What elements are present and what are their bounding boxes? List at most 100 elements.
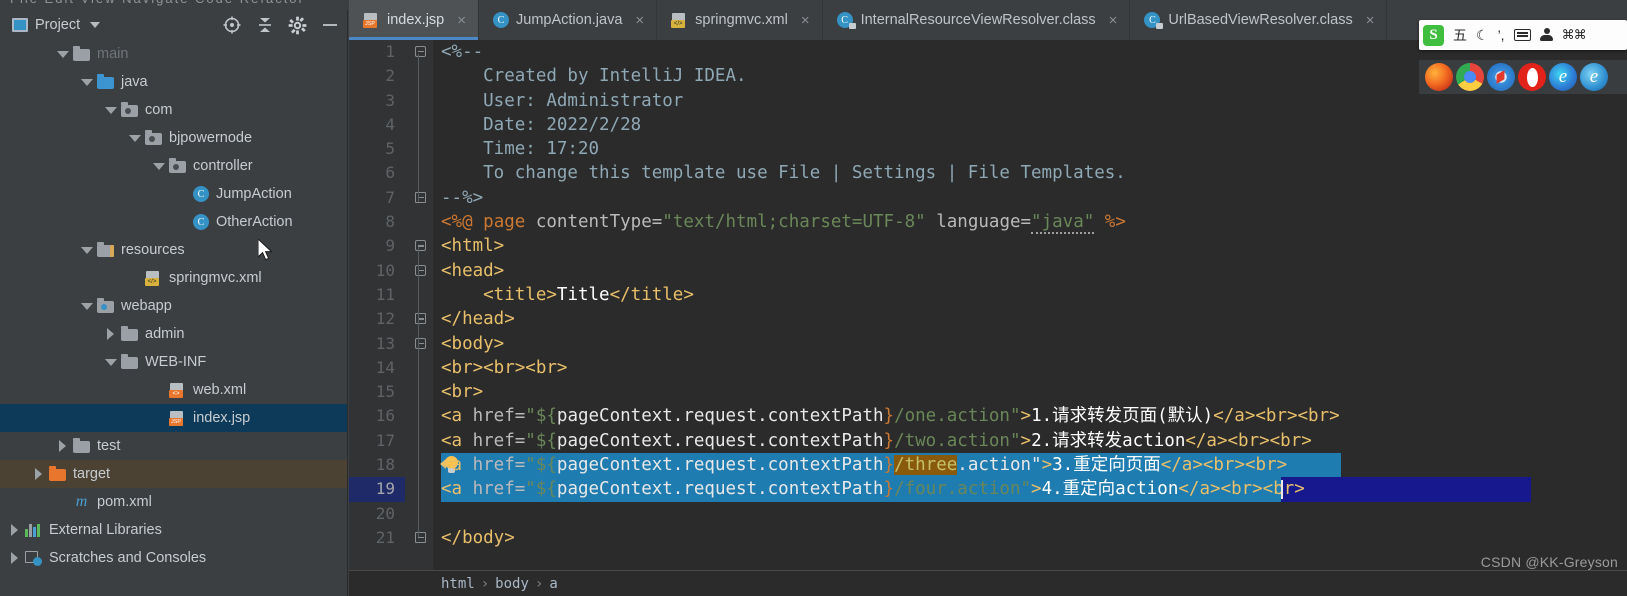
code-line[interactable]: 6 To change this template use File | Set… bbox=[349, 161, 1627, 185]
chevron-open-icon[interactable] bbox=[56, 47, 70, 61]
tree-node-external-libraries[interactable]: External Libraries bbox=[0, 516, 347, 544]
code-line[interactable]: 16 <a href="${pageContext.request.context… bbox=[349, 404, 1627, 428]
chevron-open-icon[interactable] bbox=[80, 75, 94, 89]
close-icon[interactable]: × bbox=[635, 12, 644, 29]
locate-icon[interactable] bbox=[222, 15, 242, 35]
chevron-closed-icon[interactable] bbox=[8, 523, 22, 537]
chevron-open-icon[interactable] bbox=[104, 355, 118, 369]
fold-open-icon[interactable] bbox=[413, 239, 427, 253]
code-line[interactable]: 4 Date: 2022/2/28 bbox=[349, 113, 1627, 137]
sogou-ime-toolbar[interactable]: S 五 ☾ ’, ⌘⌘ bbox=[1419, 20, 1627, 50]
fold-end-icon[interactable] bbox=[413, 531, 427, 545]
firefox-icon[interactable] bbox=[1425, 63, 1453, 91]
breadcrumb-item[interactable]: body bbox=[495, 576, 529, 592]
tree-node-admin[interactable]: admin bbox=[0, 320, 347, 348]
moon-icon[interactable]: ☾ bbox=[1476, 28, 1489, 42]
punctuation-icon[interactable]: ’, bbox=[1498, 28, 1505, 42]
tree-node-resources[interactable]: resources bbox=[0, 236, 347, 264]
folder-icon bbox=[73, 438, 90, 453]
close-icon[interactable]: × bbox=[1366, 12, 1375, 29]
opera-icon[interactable] bbox=[1518, 63, 1546, 91]
code-line[interactable]: 14 <br><br><br> bbox=[349, 356, 1627, 380]
close-icon[interactable]: × bbox=[457, 12, 466, 29]
code-line[interactable]: 8 <%@ page contentType="text/html;charset… bbox=[349, 210, 1627, 235]
code-line[interactable]: 12 </head> bbox=[349, 307, 1627, 331]
editor-tab-springmvc-xml[interactable]: </> springmvc.xml × bbox=[657, 0, 823, 40]
code-line[interactable]: 7 --%> bbox=[349, 186, 1627, 210]
tree-node-target[interactable]: target bbox=[0, 460, 347, 488]
edge-icon[interactable]: e bbox=[1549, 63, 1577, 91]
tree-node-controller[interactable]: controller bbox=[0, 152, 347, 180]
tree-node-pom-xml[interactable]: m pom.xml bbox=[0, 488, 347, 516]
tree-node-web-inf[interactable]: WEB-INF bbox=[0, 348, 347, 376]
close-icon[interactable]: × bbox=[1109, 12, 1118, 29]
tree-node-com[interactable]: com bbox=[0, 96, 347, 124]
chevron-closed-icon[interactable] bbox=[104, 327, 118, 341]
chevron-down-icon[interactable] bbox=[90, 22, 101, 28]
editor-tab-jumpaction-java[interactable]: C JumpAction.java × bbox=[479, 0, 658, 40]
fold-open-icon[interactable] bbox=[413, 264, 427, 278]
code-line[interactable]: 13 <body> bbox=[349, 332, 1627, 356]
project-tool-window: Project main java com bjpowernode contro… bbox=[0, 10, 348, 596]
safari-icon[interactable] bbox=[1487, 63, 1515, 91]
tree-node-scratches-and-consoles[interactable]: Scratches and Consoles bbox=[0, 544, 347, 572]
breadcrumb-item[interactable]: a bbox=[549, 576, 557, 592]
code-line[interactable]: 20 bbox=[349, 502, 1627, 526]
tree-node-java[interactable]: java bbox=[0, 68, 347, 96]
chevron-closed-icon[interactable] bbox=[32, 467, 46, 481]
code-line[interactable]: 9 <html> bbox=[349, 234, 1627, 258]
close-icon[interactable]: × bbox=[801, 12, 810, 29]
editor-tab-label: UrlBasedViewResolver.class bbox=[1168, 12, 1353, 28]
code-line[interactable]: 11 <title>Title</title> bbox=[349, 283, 1627, 307]
code-line[interactable]: 5 Time: 17:20 bbox=[349, 137, 1627, 161]
chrome-icon[interactable] bbox=[1456, 63, 1484, 91]
ie-icon[interactable]: e bbox=[1580, 63, 1608, 91]
tree-node-jumpaction[interactable]: C JumpAction bbox=[0, 180, 347, 208]
editor-tab-internalresourceviewresolver-class[interactable]: C InternalResourceViewResolver.class × bbox=[822, 0, 1131, 40]
breadcrumb[interactable]: html › body › a bbox=[349, 570, 1627, 596]
editor-tab-index-jsp[interactable]: JSP index.jsp × bbox=[349, 0, 479, 40]
tree-node-webapp[interactable]: webapp bbox=[0, 292, 347, 320]
code-line[interactable]: 18 <a href="${pageContext.request.context… bbox=[349, 453, 1627, 478]
sogou-logo-icon[interactable]: S bbox=[1423, 24, 1444, 46]
breadcrumb-separator: › bbox=[534, 575, 544, 592]
project-panel-title-group[interactable]: Project bbox=[12, 17, 101, 33]
editor-scrollbar[interactable] bbox=[1613, 80, 1627, 596]
tree-node-main[interactable]: main bbox=[0, 40, 347, 68]
chevron-open-icon[interactable] bbox=[104, 103, 118, 117]
code-line[interactable]: 19 <a href="${pageContext.request.context… bbox=[349, 477, 1627, 502]
chevron-closed-icon[interactable] bbox=[8, 551, 22, 565]
breadcrumb-item[interactable]: html bbox=[441, 576, 475, 592]
fold-open-icon[interactable] bbox=[413, 45, 427, 59]
code-editor[interactable]: 1 <%-- 2 Created by IntelliJ IDEA. 3 User: … bbox=[349, 40, 1627, 596]
fold-end-icon[interactable] bbox=[413, 312, 427, 326]
tree-node-otheraction[interactable]: C OtherAction bbox=[0, 208, 347, 236]
code-line[interactable]: 10 <head> bbox=[349, 259, 1627, 283]
tree-node-index-jsp[interactable]: JSP index.jsp bbox=[0, 404, 347, 432]
keyboard-icon[interactable] bbox=[1513, 29, 1531, 41]
tree-node-bjpowernode[interactable]: bjpowernode bbox=[0, 124, 347, 152]
chevron-open-icon[interactable] bbox=[152, 159, 166, 173]
browser-launcher-bar[interactable]: e e bbox=[1419, 60, 1627, 94]
tree-node-test[interactable]: test bbox=[0, 432, 347, 460]
code-line[interactable]: 17 <a href="${pageContext.request.context… bbox=[349, 429, 1627, 453]
chevron-open-icon[interactable] bbox=[80, 243, 94, 257]
collapse-all-icon[interactable] bbox=[256, 16, 274, 34]
fold-open-icon[interactable] bbox=[413, 337, 427, 351]
minimize-icon[interactable] bbox=[321, 16, 339, 34]
tree-node-web-xml[interactable]: <> web.xml bbox=[0, 376, 347, 404]
fold-end-icon[interactable] bbox=[413, 191, 427, 205]
code-line[interactable]: 15 <br> bbox=[349, 380, 1627, 404]
tree-node-springmvc-xml[interactable]: </> springmvc.xml bbox=[0, 264, 347, 292]
ime-mode-label[interactable]: 五 bbox=[1453, 28, 1467, 42]
code-lines[interactable]: 1 <%-- 2 Created by IntelliJ IDEA. 3 User: … bbox=[349, 40, 1627, 596]
settings-icon[interactable] bbox=[288, 16, 307, 35]
person-icon[interactable] bbox=[1539, 28, 1553, 42]
code-line[interactable]: 21 </body> bbox=[349, 526, 1627, 550]
chevron-open-icon[interactable] bbox=[80, 299, 94, 313]
editor-tab-urlbasedviewresolver-class[interactable]: C UrlBasedViewResolver.class × bbox=[1130, 0, 1388, 40]
project-tree[interactable]: main java com bjpowernode controller C JumpAct… bbox=[0, 40, 347, 596]
toolbox-icon[interactable]: ⌘⌘ bbox=[1562, 27, 1587, 43]
chevron-closed-icon[interactable] bbox=[56, 439, 70, 453]
chevron-open-icon[interactable] bbox=[128, 131, 142, 145]
